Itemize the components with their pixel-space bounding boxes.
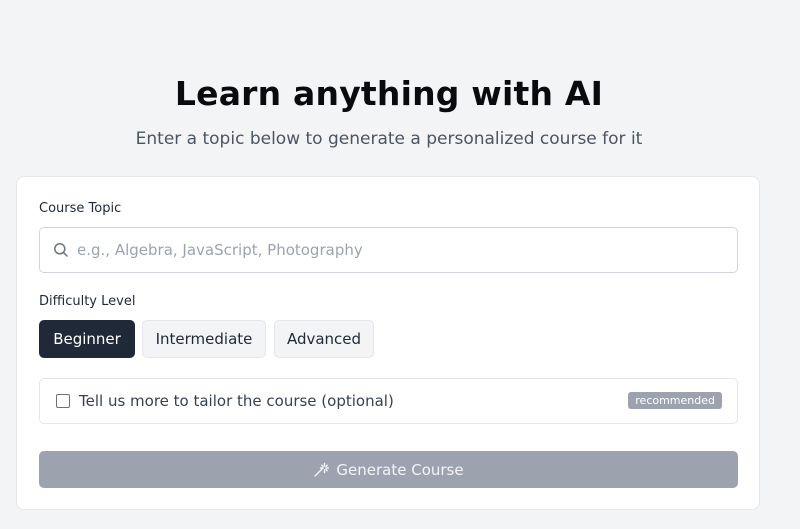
- tailor-course-option[interactable]: Tell us more to tailor the course (optio…: [39, 378, 738, 424]
- generate-course-button[interactable]: Generate Course: [39, 451, 738, 488]
- difficulty-advanced-button[interactable]: Advanced: [274, 320, 374, 358]
- page-title: Learn anything with AI: [174, 74, 604, 113]
- tailor-checkbox[interactable]: [56, 394, 70, 408]
- course-form-card: Course Topic Difficulty Level Beginner I…: [16, 176, 760, 510]
- course-topic-input[interactable]: [77, 228, 727, 272]
- recommended-badge: recommended: [628, 392, 722, 409]
- tailor-label: Tell us more to tailor the course (optio…: [79, 392, 394, 410]
- difficulty-level-label: Difficulty Level: [39, 294, 136, 309]
- generate-course-label: Generate Course: [336, 460, 464, 479]
- course-topic-label: Course Topic: [39, 201, 122, 216]
- course-topic-field[interactable]: [39, 227, 738, 273]
- difficulty-beginner-button[interactable]: Beginner: [39, 320, 135, 358]
- search-icon: [54, 243, 68, 257]
- difficulty-intermediate-button[interactable]: Intermediate: [142, 320, 266, 358]
- page-subtitle: Enter a topic below to generate a person…: [135, 129, 643, 149]
- wand-icon: [314, 462, 330, 477]
